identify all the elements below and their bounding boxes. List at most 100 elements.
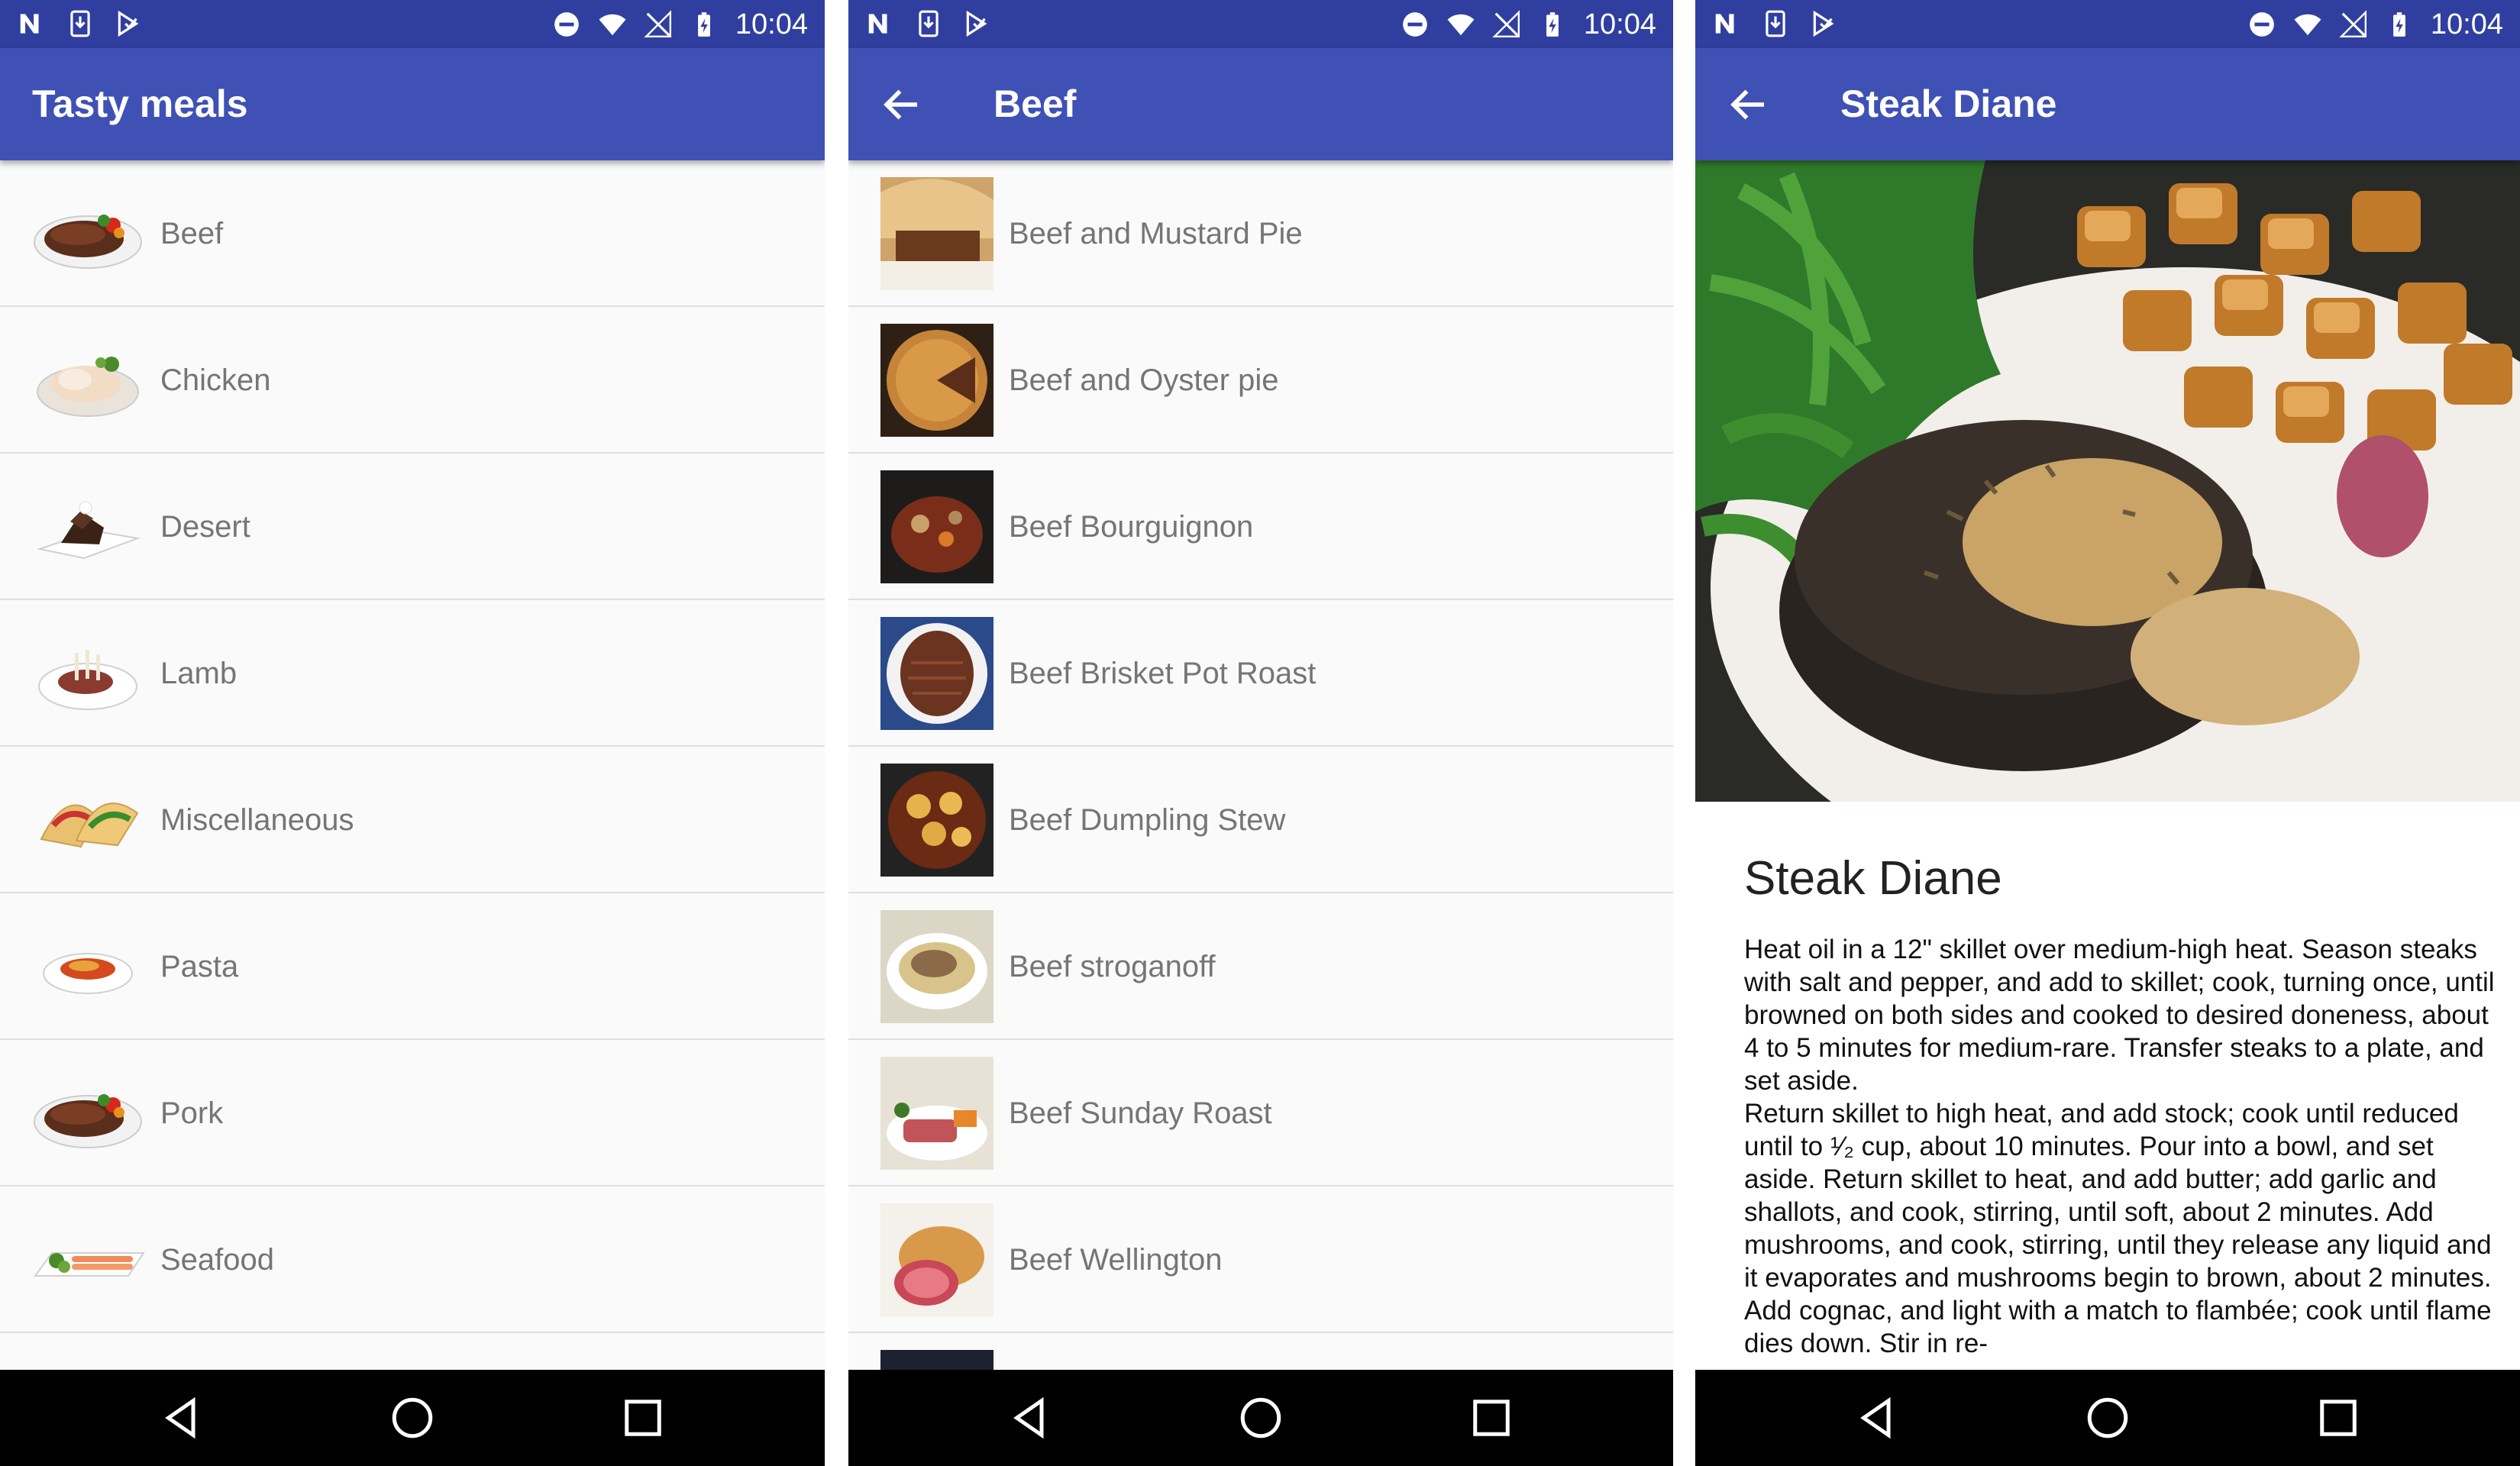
- list-item[interactable]: Pasta: [0, 893, 825, 1040]
- back-nav-icon[interactable]: [159, 1395, 205, 1441]
- list-item[interactable]: Lamb: [0, 600, 825, 747]
- n-notification-icon: [868, 14, 887, 34]
- play-store-notification-icon: [966, 10, 987, 37]
- meal-label: Beef stroganoff: [1009, 950, 1216, 983]
- page-title: Beef: [993, 82, 1077, 125]
- no-signal-icon: [2339, 10, 2367, 38]
- status-bar: 10:04: [0, 0, 825, 48]
- home-nav-icon[interactable]: [389, 1395, 435, 1441]
- category-label: Pasta: [160, 950, 239, 983]
- meal-thumbnail: [880, 1057, 993, 1170]
- lamb-category-image: [38, 650, 137, 710]
- beef-meals-screen: 10:04 Beef Beef and Mustard Pie Beef and…: [848, 0, 1673, 1466]
- no-signal-icon: [1492, 10, 1520, 38]
- category-label: Seafood: [160, 1243, 275, 1277]
- no-signal-icon: [644, 10, 671, 38]
- battery-charging-icon: [697, 12, 710, 37]
- recents-nav-icon[interactable]: [620, 1395, 666, 1441]
- meal-thumbnail: [880, 617, 993, 730]
- list-item[interactable]: Beef: [0, 160, 825, 307]
- battery-charging-icon: [1546, 12, 1559, 37]
- wifi-icon: [2294, 14, 2321, 36]
- navigation-bar: [1695, 1370, 2520, 1466]
- category-label: Miscellaneous: [160, 803, 354, 837]
- pasta-category-image: [43, 953, 133, 994]
- download-notification-icon: [70, 10, 90, 37]
- categories-screen: 10:04 Tasty meals Beef Chicken Desert La…: [0, 0, 825, 1466]
- recents-nav-icon[interactable]: [2315, 1395, 2361, 1441]
- meal-label: Beef Bourguignon: [1009, 510, 1254, 544]
- battery-charging-icon: [2392, 12, 2405, 37]
- list-item[interactable]: Beef and Mustard Pie: [848, 160, 1673, 307]
- pork-category-image: [34, 1094, 142, 1148]
- app-bar: Steak Diane: [1695, 48, 2520, 160]
- category-label: Beef: [160, 217, 224, 250]
- meal-thumbnail: [880, 910, 993, 1023]
- list-item[interactable]: Beef and Oyster pie: [848, 307, 1673, 454]
- list-item[interactable]: Beef Wellington: [848, 1187, 1673, 1333]
- list-item[interactable]: Desert: [0, 454, 825, 600]
- recents-nav-icon[interactable]: [1468, 1395, 1514, 1441]
- list-item[interactable]: [848, 1333, 1673, 1370]
- chicken-category-image: [37, 357, 139, 417]
- n-notification-icon: [20, 14, 39, 34]
- meal-label: Beef and Mustard Pie: [1009, 217, 1303, 250]
- list-item[interactable]: Pork: [0, 1040, 825, 1187]
- category-label: Lamb: [160, 657, 237, 690]
- seafood-category-image: [34, 1252, 145, 1277]
- clock: 10:04: [735, 8, 808, 40]
- miscellaneous-category-image: [40, 802, 139, 848]
- category-label: Desert: [160, 510, 250, 544]
- list-item[interactable]: Seafood: [0, 1187, 825, 1333]
- play-store-notification-icon: [118, 10, 139, 37]
- home-nav-icon[interactable]: [2085, 1395, 2131, 1441]
- list-item[interactable]: Beef stroganoff: [848, 893, 1673, 1040]
- meal-detail-screen: 10:04 Steak Diane Steak Diane Heat oil i…: [1695, 0, 2520, 1466]
- download-notification-icon: [919, 10, 939, 37]
- do-not-disturb-icon: [554, 12, 579, 37]
- navigation-bar: [848, 1370, 1673, 1466]
- meal-thumbnail: [880, 1203, 993, 1316]
- navigation-bar: [0, 1370, 825, 1466]
- list-item[interactable]: Beef Dumpling Stew: [848, 747, 1673, 893]
- page-title: Tasty meals: [32, 82, 248, 125]
- back-nav-icon[interactable]: [1007, 1395, 1053, 1441]
- play-store-notification-icon: [1813, 10, 1834, 37]
- meal-hero-image: [1695, 160, 2520, 802]
- clock: 10:04: [2430, 8, 2503, 40]
- list-item[interactable]: Beef Brisket Pot Roast: [848, 600, 1673, 747]
- list-item[interactable]: Miscellaneous: [0, 747, 825, 893]
- download-notification-icon: [1766, 10, 1785, 37]
- page-title: Steak Diane: [1840, 82, 2057, 125]
- n-notification-icon: [1715, 14, 1734, 34]
- wifi-icon: [1447, 14, 1475, 36]
- meal-thumbnail: [880, 470, 993, 583]
- meal-thumbnail: [880, 1350, 993, 1370]
- arrow-left-icon[interactable]: [879, 82, 925, 128]
- meal-label: Beef Sunday Roast: [1009, 1096, 1272, 1130]
- meal-thumbnail: [880, 177, 993, 290]
- meal-label: Beef Dumpling Stew: [1009, 803, 1286, 837]
- meal-title: Steak Diane: [1744, 852, 2002, 905]
- home-nav-icon[interactable]: [1238, 1395, 1284, 1441]
- clock: 10:04: [1583, 8, 1656, 40]
- status-bar: 10:04: [848, 0, 1673, 48]
- wifi-icon: [599, 14, 626, 36]
- back-nav-icon[interactable]: [1854, 1395, 1900, 1441]
- list-item[interactable]: Chicken: [0, 307, 825, 454]
- list-item[interactable]: Beef Bourguignon: [848, 454, 1673, 600]
- do-not-disturb-icon: [1403, 12, 1427, 37]
- meal-thumbnail: [880, 324, 993, 437]
- meal-label: Beef Wellington: [1009, 1243, 1223, 1277]
- meal-thumbnail: [880, 764, 993, 877]
- beef-category-image: [34, 215, 142, 269]
- meal-label: Beef Brisket Pot Roast: [1009, 657, 1317, 690]
- do-not-disturb-icon: [2250, 12, 2274, 37]
- category-list: Beef Chicken Desert Lamb Miscellaneous P…: [0, 160, 825, 1370]
- arrow-left-icon[interactable]: [1726, 82, 1772, 128]
- status-bar: 10:04: [1695, 0, 2520, 48]
- category-label: Pork: [160, 1096, 224, 1130]
- meal-instructions: Heat oil in a 12" skillet over medium-hi…: [1744, 935, 2495, 1358]
- meal-list: Beef and Mustard Pie Beef and Oyster pie…: [848, 160, 1673, 1370]
- list-item[interactable]: Beef Sunday Roast: [848, 1040, 1673, 1187]
